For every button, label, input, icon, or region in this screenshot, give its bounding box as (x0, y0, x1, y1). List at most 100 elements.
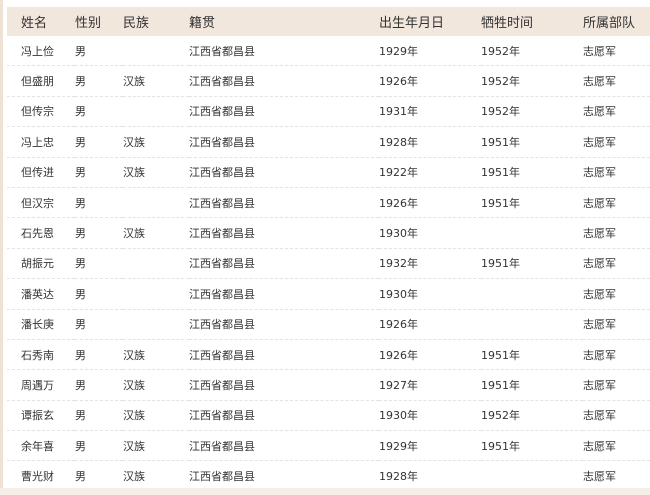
cell-sex: 男 (75, 248, 123, 280)
cell-birth-date: 1930年 (379, 400, 481, 432)
cell-unit: 志愿军 (583, 217, 650, 249)
cell-birth-date: 1928年 (379, 470, 418, 484)
cell-ethnicity (123, 309, 189, 340)
cell-ethnicity: 汉族 (123, 470, 145, 484)
cell-native-place: 江西省都昌县 (189, 65, 379, 97)
cell-native-place: 江西省都昌县 (189, 278, 379, 310)
cell-name: 谭振玄 (7, 400, 75, 432)
cell-unit: 志愿军 (583, 248, 650, 280)
martyrs-table: 姓名 性别 民族 籍贯 出生年月日 牺牲时间 所属部队 冯上俭男江西省都昌县 19… (7, 7, 650, 491)
cell-name: 曹光财 (21, 470, 54, 484)
cell-name: 周遇万 (7, 369, 75, 401)
cell-death-date: 1951年 (481, 187, 583, 219)
cell-name: 石秀南 (7, 339, 75, 371)
cell-birth-date: 1922年 (379, 157, 481, 188)
cell-death-date: 1951年 (481, 369, 583, 401)
cell-ethnicity: 汉族 (123, 126, 189, 158)
cell-birth-date: 1926年 (379, 309, 481, 340)
cell-unit: 志愿军 (583, 339, 650, 371)
header-unit: 所属部队 (583, 16, 636, 31)
header-native-place: 籍贯 (189, 16, 216, 31)
cell-name: 但传宗 (7, 96, 75, 128)
cell-name: 冯上忠 (7, 126, 75, 158)
cell-native-place: 江西省都昌县 (189, 369, 379, 401)
cell-ethnicity: 汉族 (123, 217, 189, 249)
cell-unit: 志愿军 (583, 400, 650, 432)
cell-name: 胡振元 (7, 248, 75, 280)
bottom-edge (0, 488, 650, 495)
cell-sex: 男 (75, 339, 123, 371)
cell-death-date: 1952年 (481, 36, 583, 67)
cell-birth-date: 1926年 (379, 65, 481, 97)
cell-sex: 男 (75, 217, 123, 249)
cell-unit: 志愿军 (583, 96, 650, 128)
cell-sex: 男 (75, 309, 123, 340)
cell-ethnicity (123, 248, 189, 280)
cell-ethnicity (123, 187, 189, 219)
cell-sex: 男 (75, 65, 123, 97)
cell-birth-date: 1929年 (379, 430, 481, 462)
table-row: 潘英达男 江西省都昌县 1930年 志愿军 (7, 278, 650, 310)
cell-ethnicity: 汉族 (123, 339, 189, 371)
header-birth-date: 出生年月日 (379, 16, 445, 31)
cell-death-date (481, 278, 583, 310)
cell-sex: 男 (75, 96, 123, 128)
table-row: 石先恩男汉族 江西省都昌县 1930年 志愿军 (7, 217, 650, 249)
cell-native-place: 江西省都昌县 (189, 187, 379, 219)
cell-ethnicity (123, 36, 189, 67)
cell-death-date: 1951年 (481, 248, 583, 280)
table-row: 谭振玄男汉族 江西省都昌县 1930年 1952年 志愿军 (7, 400, 650, 432)
cell-unit: 志愿军 (583, 430, 650, 462)
cell-sex: 男 (75, 157, 123, 188)
header-row: 姓名 性别 民族 籍贯 出生年月日 牺牲时间 所属部队 (7, 7, 650, 36)
cell-name: 潘长庚 (7, 309, 75, 340)
cell-birth-date: 1932年 (379, 248, 481, 280)
table-row: 潘长庚男 江西省都昌县 1926年 志愿军 (7, 309, 650, 340)
cell-sex: 男 (75, 187, 123, 219)
table-header: 姓名 性别 民族 籍贯 出生年月日 牺牲时间 所属部队 (7, 7, 650, 36)
table-row: 曹光财 男 汉族 江西省都昌县 1928年 志愿军 (7, 461, 650, 491)
cell-death-date (481, 309, 583, 340)
cell-native-place: 江西省都昌县 (189, 96, 379, 128)
header-death-date: 牺牲时间 (481, 16, 534, 31)
cell-death-date: 1951年 (481, 157, 583, 188)
cell-birth-date: 1929年 (379, 36, 481, 67)
table-row: 但传进男汉族 江西省都昌县 1922年 1951年 志愿军 (7, 157, 650, 188)
cell-sex: 男 (75, 470, 86, 484)
cell-birth-date: 1926年 (379, 187, 481, 219)
cell-native-place: 江西省都昌县 (189, 157, 379, 188)
cell-unit: 志愿军 (583, 278, 650, 310)
cell-death-date: 1951年 (481, 126, 583, 158)
cell-native-place: 江西省都昌县 (189, 470, 255, 484)
cell-birth-date: 1930年 (379, 217, 481, 249)
header-name: 姓名 (21, 16, 48, 31)
table-row: 但传宗男 江西省都昌县 1931年 1952年 志愿军 (7, 96, 650, 128)
header-ethnicity: 民族 (123, 16, 150, 31)
cell-sex: 男 (75, 126, 123, 158)
cell-sex: 男 (75, 36, 123, 67)
cell-death-date: 1951年 (481, 339, 583, 371)
table-row: 石秀南男汉族 江西省都昌县 1926年 1951年 志愿军 (7, 339, 650, 371)
cell-ethnicity: 汉族 (123, 65, 189, 97)
table-row: 周遇万男汉族 江西省都昌县 1927年 1951年 志愿军 (7, 369, 650, 401)
cell-name: 余年喜 (7, 430, 75, 462)
cell-ethnicity (123, 96, 189, 128)
cell-ethnicity: 汉族 (123, 400, 189, 432)
table-row: 但盛朋男汉族 江西省都昌县 1926年 1952年 志愿军 (7, 65, 650, 97)
cell-death-date: 1952年 (481, 96, 583, 128)
cell-death-date (481, 461, 583, 491)
cell-ethnicity: 汉族 (123, 430, 189, 462)
cell-name: 但汉宗 (7, 187, 75, 219)
table-body: 冯上俭男江西省都昌县 1929年 1952年 志愿军 但盛朋男汉族 江西省都昌县 1926年… (7, 36, 650, 491)
cell-unit: 志愿军 (583, 157, 650, 188)
table-row: 冯上忠男汉族 江西省都昌县 1928年 1951年 志愿军 (7, 126, 650, 158)
cell-sex: 男 (75, 400, 123, 432)
cell-sex: 男 (75, 369, 123, 401)
cell-name: 但盛朋 (7, 65, 75, 97)
page: 姓名 性别 民族 籍贯 出生年月日 牺牲时间 所属部队 冯上俭男江西省都昌县 19… (0, 0, 650, 495)
cell-birth-date: 1930年 (379, 278, 481, 310)
cell-name: 但传进 (7, 157, 75, 188)
cell-birth-date: 1927年 (379, 369, 481, 401)
cell-birth-date: 1926年 (379, 339, 481, 371)
cell-native-place: 江西省都昌县 (189, 400, 379, 432)
